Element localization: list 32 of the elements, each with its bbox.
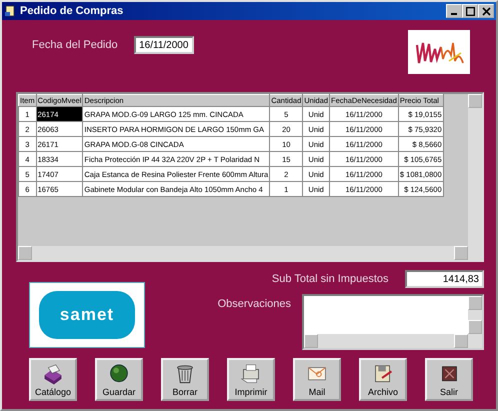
toolbar-button[interactable]: Archivo [359, 358, 407, 401]
scrollbar[interactable] [18, 246, 482, 260]
minimize-icon [451, 13, 457, 15]
close-button[interactable] [478, 4, 494, 18]
scroll-up-button[interactable] [468, 94, 482, 108]
toolbar-button[interactable]: Imprimir [227, 358, 275, 401]
toolbar-button[interactable]: Salir [425, 358, 473, 401]
scroll-up-button[interactable] [468, 296, 482, 310]
logo-drawing [408, 30, 470, 74]
scrollbar[interactable] [468, 94, 482, 246]
scroll-left-button[interactable] [18, 246, 32, 260]
field-label: Observaciones [218, 296, 291, 312]
scroll-down-button[interactable] [468, 320, 482, 334]
field-label: Sub Total sin Impuestos [272, 272, 388, 287]
date-field[interactable]: 16/11/2000 [134, 36, 194, 54]
minimize-button[interactable] [446, 4, 462, 18]
toolbar-button[interactable]: Catálogo [29, 358, 77, 401]
subtotal-field[interactable]: 1414,83 [405, 270, 484, 288]
field-label: Fecha del Pedido [32, 38, 118, 53]
scroll-right-button[interactable] [454, 246, 468, 260]
app-icon [4, 5, 16, 17]
close-icon [482, 6, 490, 16]
maximize-button[interactable] [462, 4, 478, 18]
scroll-right-button[interactable] [454, 334, 468, 348]
toolbar-button[interactable]: Guardar [95, 358, 143, 401]
observations-field[interactable] [302, 294, 484, 350]
window-title: Pedido de Compras [20, 4, 124, 19]
scroll-left-button[interactable] [304, 334, 318, 348]
toolbar-button[interactable]: Mail [293, 358, 341, 401]
maximize-icon [466, 6, 474, 16]
toolbar-button[interactable]: Borrar [161, 358, 209, 401]
logo-text: samet [60, 304, 114, 326]
